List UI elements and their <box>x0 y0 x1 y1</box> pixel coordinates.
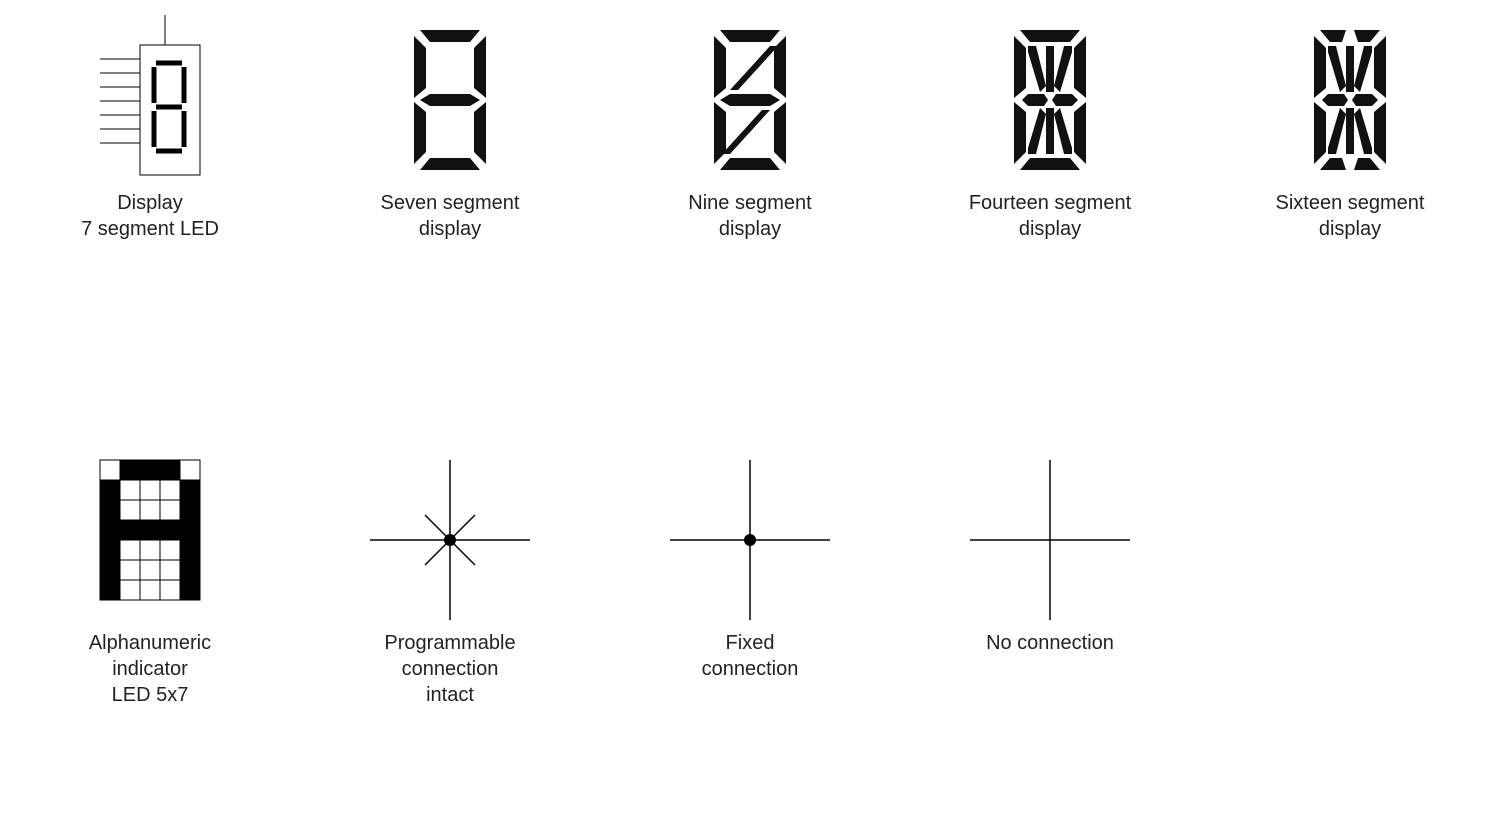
no-conn-label: No connection <box>986 630 1114 656</box>
seven-seg-led-label: Display 7 segment LED <box>81 190 219 242</box>
fixed-conn-icon <box>660 450 840 630</box>
alpha-5x7-label: Alphanumeric indicator LED 5x7 <box>89 630 211 708</box>
symbol-seven-seg: Seven segment display <box>300 10 600 242</box>
symbol-alpha-5x7: Alphanumeric indicator LED 5x7 <box>0 450 300 708</box>
symbol-nine-seg: Nine segment display <box>600 10 900 242</box>
sixteen-seg-label: Sixteen segment display <box>1276 190 1425 242</box>
symbol-fixed-conn: Fixed connection <box>600 450 900 708</box>
fixed-conn-label: Fixed connection <box>702 630 799 682</box>
sixteen-seg-icon <box>1290 10 1410 190</box>
seven-seg-icon <box>390 10 510 190</box>
seven-seg-label: Seven segment display <box>381 190 520 242</box>
nine-seg-label: Nine segment display <box>688 190 811 242</box>
symbol-no-conn: No connection <box>900 450 1200 708</box>
seven-seg-led-icon <box>70 10 230 190</box>
prog-conn-icon <box>360 450 540 630</box>
symbol-sixteen-seg: Sixteen segment display <box>1200 10 1500 242</box>
symbol-prog-conn: Programmable connection intact <box>300 450 600 708</box>
prog-conn-label: Programmable connection intact <box>384 630 515 708</box>
alpha-5x7-icon <box>90 450 210 630</box>
symbol-fourteen-seg: Fourteen segment display <box>900 10 1200 242</box>
no-conn-icon <box>960 450 1140 630</box>
row-1: Display 7 segment LED <box>0 10 1500 242</box>
row-2: Alphanumeric indicator LED 5x7 Programma… <box>0 450 1500 708</box>
nine-seg-icon <box>690 10 810 190</box>
symbol-seven-seg-led: Display 7 segment LED <box>0 10 300 242</box>
diagram-page: Display 7 segment LED <box>0 0 1500 831</box>
fourteen-seg-icon <box>990 10 1110 190</box>
fourteen-seg-label: Fourteen segment display <box>969 190 1131 242</box>
